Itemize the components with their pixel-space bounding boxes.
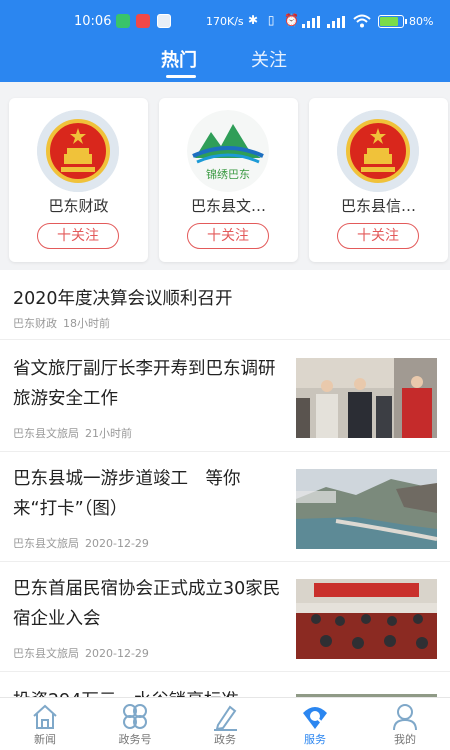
news-title: 省文旅厅副厅长李开寿到巴东调研旅游安全工作 [13,359,276,409]
bluetooth-vibrate-alarm-icons: ✱ ▯ ⏰ [248,13,303,27]
news-time: 2020-12-29 [85,647,149,660]
nav-label: 新闻 [34,733,56,746]
app-notification-icon [136,14,150,28]
nav-label: 政务号 [118,733,152,746]
network-speed: 170K/s [206,15,244,28]
news-thumbnail [296,358,437,438]
news-meta: 巴东县文旅局 2020-12-29 [13,645,149,661]
battery-icon [378,15,407,28]
news-item[interactable]: 巴东首届民宿协会正式成立30家民宿企业入会 巴东县文旅局 2020-12-29 [0,562,450,672]
top-tabs: 热门 关注 [0,46,450,78]
battery-percent: 80% [409,15,434,28]
news-item[interactable]: 省文旅厅副厅长李开寿到巴东调研旅游安全工作 巴东县文旅局 21小时前 [0,340,450,452]
bottom-nav: 新闻 政务号 政务 服务 我的 [0,697,450,750]
news-thumbnail [296,579,437,659]
news-title: 巴东首届民宿协会正式成立30家民宿企业入会 [13,579,281,629]
nav-news[interactable]: 新闻 [0,698,90,750]
svg-text:锦绣巴东: 锦绣巴东 [206,167,250,181]
nav-mine[interactable]: 我的 [360,698,450,750]
user-icon [393,704,417,731]
service-icon [303,707,327,729]
app-header: 10:06 170K/s ✱ ▯ ⏰ 80% 热门 关注 [0,0,450,82]
active-tab-indicator [166,75,196,78]
news-meta: 巴东县文旅局 21小时前 [13,425,132,441]
national-emblem-icon [337,110,419,192]
account-card[interactable]: 巴东财政 十关注 [9,98,148,262]
tab-hot[interactable]: 热门 [161,46,197,72]
tab-follow[interactable]: 关注 [251,46,287,72]
news-time: 2020-12-29 [85,537,149,550]
account-card[interactable]: 锦绣巴东 巴东县文… 十关注 [159,98,298,262]
wechat-notification-icon [116,14,130,28]
news-source: 巴东县文旅局 [13,647,79,660]
news-meta: 巴东县文旅局 2020-12-29 [13,535,149,551]
status-bar: 10:06 170K/s ✱ ▯ ⏰ 80% [0,10,450,34]
account-card[interactable]: 巴东县信… 十关注 [309,98,448,262]
news-meta: 巴东财政 18小时前 [13,315,110,331]
news-title: 2020年度决算会议顺利召开 [13,289,233,309]
culture-tourism-logo-icon: 锦绣巴东 [187,110,269,192]
follow-button[interactable]: 十关注 [37,223,119,249]
screenshot-notification-icon [157,14,171,28]
news-source: 巴东县文旅局 [13,427,79,440]
status-time: 10:06 [74,14,112,29]
news-thumbnail [296,469,437,549]
news-source: 巴东财政 [13,317,57,330]
account-name: 巴东财政 [48,197,109,215]
national-emblem-icon [37,110,119,192]
news-time: 18小时前 [63,317,110,330]
signal-icon-2 [327,16,349,28]
news-item[interactable]: 2020年度决算会议顺利召开 巴东财政 18小时前 [0,270,450,340]
nav-gov-accounts[interactable]: 政务号 [90,698,180,750]
news-title: 巴东县城一游步道竣工 等你来“打卡”（图） [13,469,241,519]
signal-icon [302,16,324,28]
follow-button[interactable]: 十关注 [337,223,419,249]
nav-label: 政务 [214,733,236,746]
news-item[interactable]: 巴东县城一游步道竣工 等你来“打卡”（图） 巴东县文旅局 2020-12-29 [0,452,450,562]
news-source: 巴东县文旅局 [13,537,79,550]
nav-gov-affairs[interactable]: 政务 [180,698,270,750]
wifi-icon [353,14,371,28]
follow-button[interactable]: 十关注 [187,223,269,249]
account-name: 巴东县文… [190,197,266,215]
nav-service[interactable]: 服务 [270,698,360,750]
recommended-accounts: 巴东财政 十关注 锦绣巴东 巴东县文… 十关注 巴东县信… 十关注 [0,82,450,270]
nav-label: 我的 [394,733,416,746]
pen-icon [214,705,237,731]
news-time: 21小时前 [85,427,132,440]
home-icon [33,704,57,729]
nav-label: 服务 [304,733,326,746]
account-name: 巴东县信… [340,197,416,215]
clover-icon [123,704,147,729]
